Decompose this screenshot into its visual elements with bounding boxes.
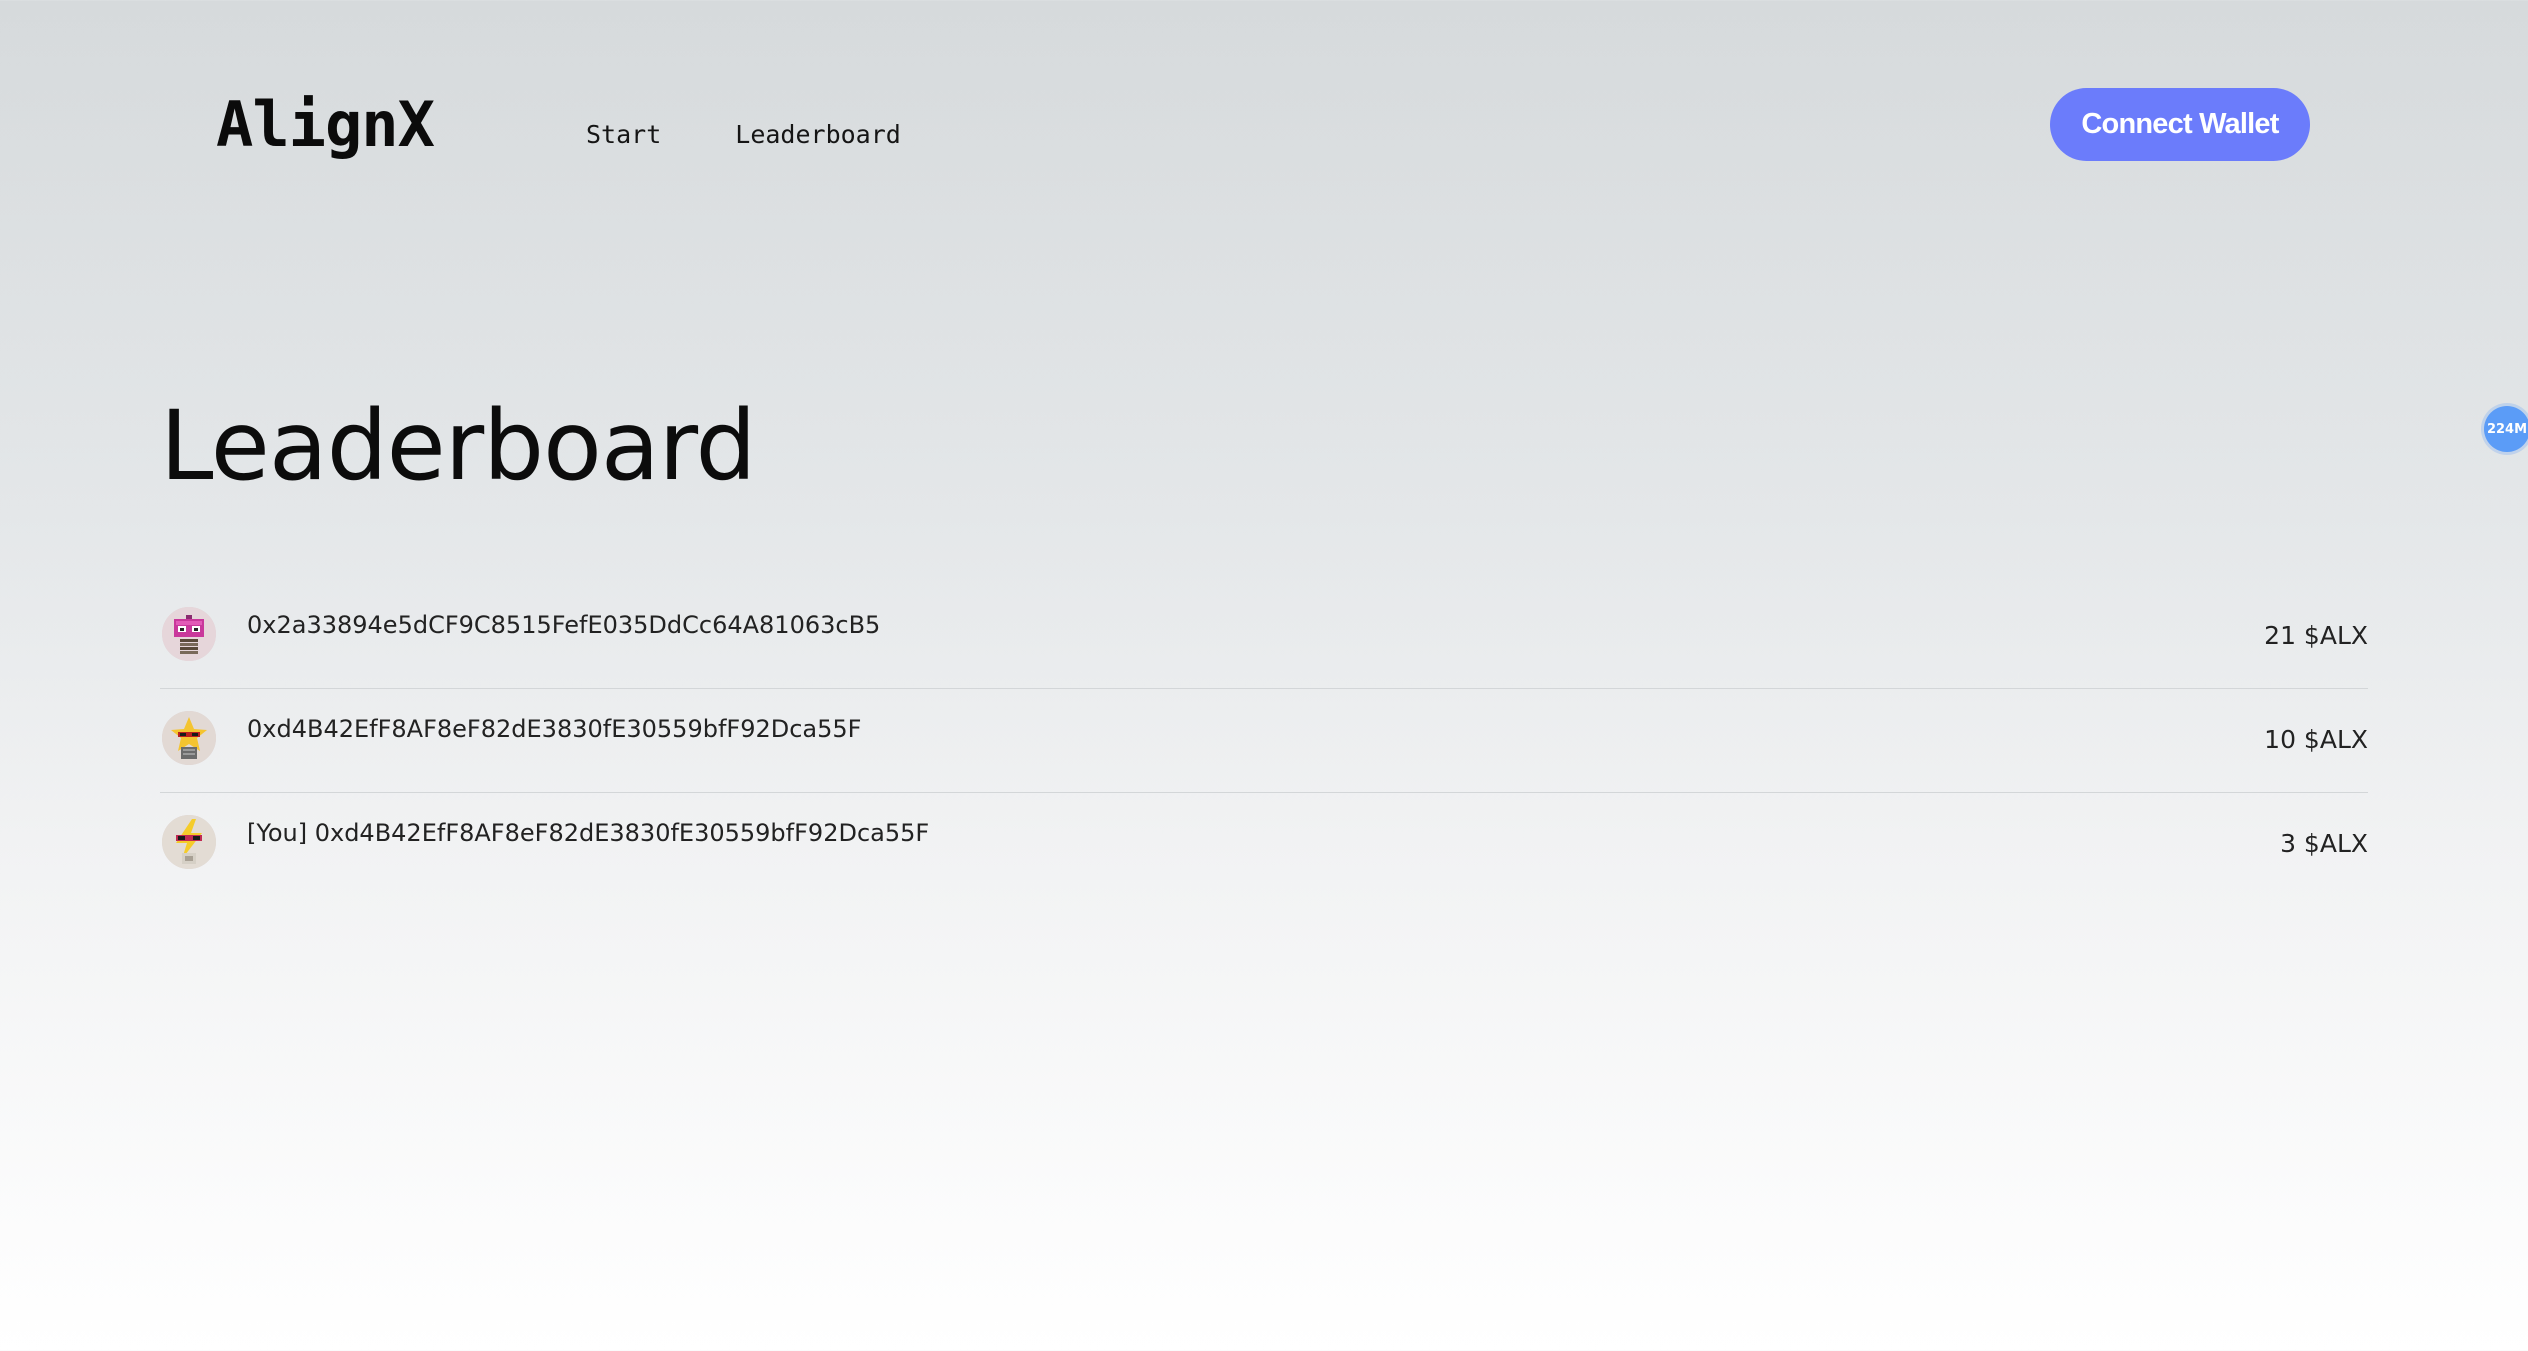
- leaderboard-list: 0x2a33894e5dCF9C8515FefE035DdCc64A81063c…: [160, 585, 2368, 897]
- connect-wallet-button[interactable]: Connect Wallet: [2050, 88, 2310, 161]
- page-title: Leaderboard: [160, 390, 756, 502]
- wallet-address: 0xd4B42EfF8AF8eF82dE3830fE30559bfF92Dca5…: [247, 715, 862, 743]
- score-value: 10 $ALX: [2264, 725, 2368, 754]
- pink-robot-avatar-icon: [162, 607, 216, 661]
- main-nav: Start Leaderboard: [586, 120, 901, 149]
- lightning-sunglasses-avatar-icon: [162, 815, 216, 869]
- floating-badge[interactable]: 224M: [2484, 406, 2528, 452]
- wallet-address: 0x2a33894e5dCF9C8515FefE035DdCc64A81063c…: [247, 611, 881, 639]
- nav-start-link[interactable]: Start: [586, 120, 661, 149]
- leaderboard-row: 0x2a33894e5dCF9C8515FefE035DdCc64A81063c…: [160, 585, 2368, 689]
- leaderboard-row-current-user: [You] 0xd4B42EfF8AF8eF82dE3830fE30559bfF…: [160, 793, 2368, 897]
- wallet-address: [You] 0xd4B42EfF8AF8eF82dE3830fE30559bfF…: [247, 819, 930, 847]
- star-sunglasses-avatar-icon: [162, 711, 216, 765]
- logo[interactable]: AlignX: [216, 88, 435, 161]
- score-value: 21 $ALX: [2264, 621, 2368, 650]
- leaderboard-row: 0xd4B42EfF8AF8eF82dE3830fE30559bfF92Dca5…: [160, 689, 2368, 793]
- nav-leaderboard-link[interactable]: Leaderboard: [735, 120, 901, 149]
- score-value: 3 $ALX: [2280, 829, 2368, 858]
